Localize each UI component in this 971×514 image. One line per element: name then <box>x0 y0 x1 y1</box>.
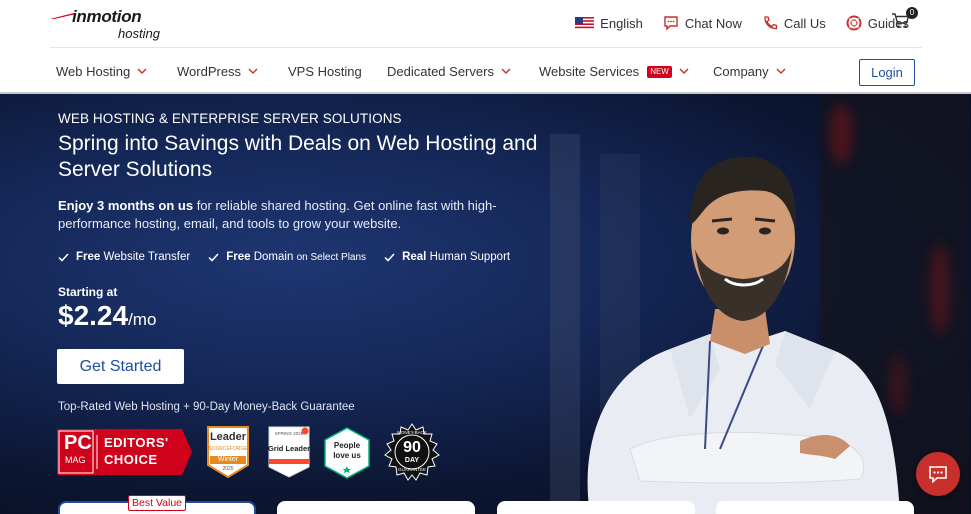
awards-row: PC MAG EDITORS' CHOICE Leader SOURCEFORG… <box>57 423 447 481</box>
us-flag-icon <box>575 16 595 30</box>
pcmag-line2: CHOICE <box>104 452 158 467</box>
nav-item-website-services[interactable]: Website Services NEW <box>539 64 689 79</box>
feature-item: Free Website Transfer <box>58 251 190 263</box>
main-navigation: Web Hosting WordPress VPS Hosting Dedica… <box>0 48 971 94</box>
nav-item-vps-hosting[interactable]: VPS Hosting <box>288 64 362 79</box>
life-ring-icon <box>846 15 862 31</box>
nav-label: WordPress <box>177 64 242 79</box>
nav-item-company[interactable]: Company <box>713 64 786 79</box>
tp-line1: People <box>333 441 361 450</box>
hero-sub-bold: Enjoy 3 months on us <box>58 198 194 213</box>
feature-checklist: Free Website Transfer Free Domain on Sel… <box>58 251 510 263</box>
sf-source: SOURCEFORGE <box>208 446 248 452</box>
mb-day: DAY <box>404 457 420 464</box>
chevron-down-icon <box>776 68 786 74</box>
pcmag-sub-text: MAG <box>65 455 86 465</box>
sourceforge-leader-badge: Leader SOURCEFORGE Winter 2025 <box>204 425 252 479</box>
tp-line2: love us <box>333 451 361 460</box>
hero-headline: Spring into Savings with Deals on Web Ho… <box>58 132 538 181</box>
feature-note: on Select Plans <box>296 252 367 263</box>
mb-num: 90 <box>403 439 421 456</box>
hero-eyebrow: WEB HOSTING & ENTERPRISE SERVER SOLUTION… <box>58 111 402 126</box>
hero-banner: WEB HOSTING & ENTERPRISE SERVER SOLUTION… <box>0 94 971 514</box>
plan-card[interactable] <box>497 501 695 514</box>
price-amount: $2.24 <box>58 300 129 331</box>
get-started-button[interactable]: Get Started <box>57 349 184 384</box>
sf-year: 2025 <box>222 466 234 472</box>
feature-item: Free Domain on Select Plans <box>208 251 366 263</box>
mb-top: MONEY-BACK <box>397 430 427 435</box>
utility-menu: English Chat Now Call Us Guides <box>575 0 909 46</box>
plan-card[interactable] <box>716 501 914 514</box>
mb-bottom: GUARANTEE <box>397 467 426 472</box>
feature-text: Website Transfer <box>103 251 191 263</box>
chat-now-link[interactable]: Chat Now <box>663 15 742 31</box>
feature-bold: Free <box>76 251 101 263</box>
nav-label: Company <box>713 64 769 79</box>
feature-bold: Real <box>402 251 427 263</box>
feature-text: Human Support <box>429 251 511 263</box>
guarantee-text: Top-Rated Web Hosting + 90-Day Money-Bac… <box>58 401 355 413</box>
best-value-badge: Best Value <box>128 495 187 511</box>
feature-text: Domain <box>253 251 294 263</box>
chat-now-label: Chat Now <box>684 15 742 31</box>
nav-label: VPS Hosting <box>288 64 362 79</box>
g2-season: SPRING 2025 <box>274 431 304 436</box>
pcmag-logo-text: PC <box>64 432 92 454</box>
g2-grid-leader-badge: SPRING 2025 Grid Leader <box>267 425 311 479</box>
live-chat-button[interactable] <box>916 452 960 496</box>
new-badge: NEW <box>647 65 672 78</box>
logo-wordmark: inmotion <box>72 7 142 26</box>
chevron-down-icon <box>137 68 147 74</box>
plan-card[interactable] <box>277 501 475 514</box>
phone-icon <box>764 16 778 30</box>
language-selector[interactable]: English <box>575 16 643 31</box>
call-us-link[interactable]: Call Us <box>762 15 826 31</box>
cart-count-badge: 0 <box>906 7 918 19</box>
g2-title: Grid Leader <box>267 444 311 453</box>
cart-button[interactable]: 0 <box>891 7 918 32</box>
chat-icon <box>929 466 947 484</box>
nav-item-wordpress[interactable]: WordPress <box>177 64 258 79</box>
feature-bold: Free <box>226 251 251 263</box>
sf-title: Leader <box>209 431 247 443</box>
top-bar: inmotion hosting English Chat Now Call U… <box>0 0 971 48</box>
chevron-down-icon <box>248 68 258 74</box>
chevron-down-icon <box>679 68 689 74</box>
checkmark-icon <box>58 252 69 262</box>
call-us-label: Call Us <box>783 15 826 31</box>
feature-item: Real Human Support <box>384 251 510 263</box>
checkmark-icon <box>384 252 395 262</box>
nav-label: Web Hosting <box>56 64 131 79</box>
nav-item-dedicated-servers[interactable]: Dedicated Servers <box>387 64 511 79</box>
language-label: English <box>600 15 643 31</box>
login-button[interactable]: Login <box>859 59 915 86</box>
sf-season: Winter <box>217 456 239 463</box>
logo-subtitle: hosting <box>118 26 160 41</box>
support-agent-photo <box>587 156 900 514</box>
starting-at-label: Starting at <box>58 285 118 299</box>
nav-label: Dedicated Servers <box>387 64 494 79</box>
price-period: /mo <box>128 310 157 329</box>
pcmag-line1: EDITORS' <box>104 435 169 450</box>
red-light-decoration <box>930 244 950 334</box>
money-back-guarantee-badge: MONEY-BACK 90 DAY GUARANTEE <box>383 423 441 481</box>
inmotion-logo[interactable]: inmotion hosting <box>50 6 180 41</box>
chevron-down-icon <box>501 68 511 74</box>
nav-item-web-hosting[interactable]: Web Hosting <box>56 64 147 79</box>
price: $2.24/mo <box>58 300 156 332</box>
checkmark-icon <box>208 252 219 262</box>
hero-subtext: Enjoy 3 months on us for reliable shared… <box>58 197 528 233</box>
people-love-us-badge: People love us <box>323 427 371 479</box>
chat-bubble-icon <box>664 16 678 31</box>
nav-label: Website Services <box>539 64 640 79</box>
pcmag-editors-choice-badge: PC MAG EDITORS' CHOICE <box>57 429 192 475</box>
